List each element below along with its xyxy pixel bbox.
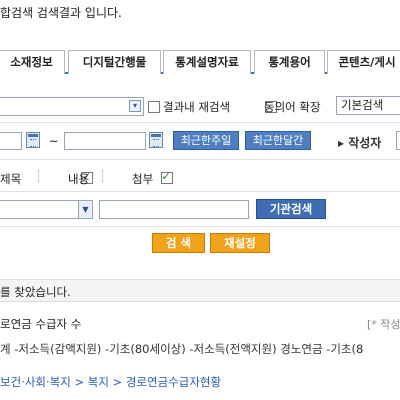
institution-search-button[interactable]: 기관검색	[256, 199, 326, 219]
attach-checkbox[interactable]	[160, 170, 173, 184]
divider	[102, 169, 103, 183]
scope-attach-label: 첨부	[132, 172, 154, 186]
chevron-down-icon[interactable]: ▼	[78, 201, 92, 218]
result-item-description: 계 -저소득(감액지원) -기초(80세이상) -저소득(전액지원) 경노연금 …	[0, 342, 364, 356]
tab-statistics-terms[interactable]: 통계용어	[254, 50, 325, 74]
author-input[interactable]	[396, 131, 400, 150]
recent-week-button[interactable]: 최근한주일	[173, 131, 239, 150]
calendar-to-icon[interactable]	[149, 132, 163, 148]
result-item-title[interactable]: 로연금 수급자 수	[0, 316, 81, 332]
divider	[0, 159, 400, 160]
keyword-input[interactable]	[0, 97, 144, 116]
search-button[interactable]: 검 색	[152, 233, 205, 253]
tab-contents-board[interactable]: 콘텐츠/게시	[327, 50, 400, 74]
result-within-checkbox[interactable]	[148, 101, 160, 113]
synonym-label: 동의어 확장	[264, 100, 321, 114]
tab-statistics-descriptions[interactable]: 통계설명자료	[163, 50, 251, 74]
result-item-breadcrumb[interactable]: 보건·사회·복지 > 복지 > 경로연금수급자현황	[0, 374, 221, 390]
institution-input[interactable]	[99, 200, 249, 219]
date-from-input[interactable]	[0, 132, 22, 150]
recent-month-button[interactable]: 최근한달간	[245, 131, 311, 150]
result-item-author: [* 작성	[367, 318, 400, 331]
scope-title-label: 제목	[0, 172, 22, 186]
author-label: ▸ 작성자	[338, 136, 382, 150]
tab-bar: 소재정보 디지털간행물 통계설명자료 통계용어 콘텐츠/게시	[0, 50, 400, 74]
search-type-select[interactable]: 기본검색	[336, 96, 400, 115]
date-to-input[interactable]	[64, 132, 146, 150]
divider	[0, 226, 400, 227]
divider	[0, 191, 400, 192]
keyword-dropdown-icon[interactable]: ▾	[129, 100, 141, 112]
calendar-from-icon[interactable]	[26, 132, 40, 148]
tab-digital-publications[interactable]: 디지털간행물	[68, 50, 161, 74]
divider	[0, 122, 400, 123]
result-count-message: 를 찾았습니다.	[0, 285, 71, 299]
date-separator: ~	[49, 134, 59, 148]
tab-material-info[interactable]: 소재정보	[0, 50, 65, 74]
page-title: 합검색 검색결과 입니다.	[0, 6, 122, 20]
result-within-label: 결과내 재검색	[163, 100, 231, 114]
scope-content-label: 내용	[68, 172, 90, 186]
reset-button[interactable]: 재설정	[210, 233, 270, 253]
divider	[38, 169, 39, 183]
